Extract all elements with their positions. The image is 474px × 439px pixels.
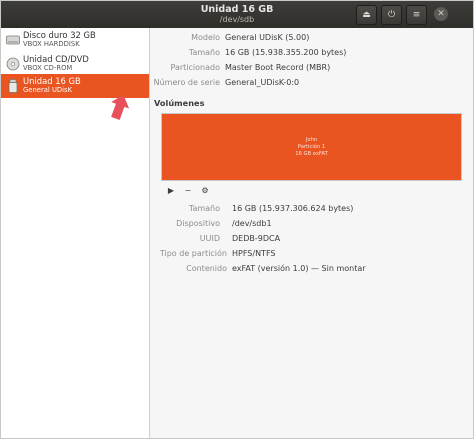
partition-type-value: HPFS/NTFS <box>232 249 276 258</box>
eject-button[interactable]: ⏏ <box>356 5 377 25</box>
hamburger-menu-icon: ≡ <box>412 10 421 20</box>
partition-block[interactable]: John Partición 1 16 GB exFAT <box>161 113 462 181</box>
partitioning-label: Particionado <box>170 63 220 72</box>
partition-size: 16 GB exFAT <box>295 151 328 157</box>
power-icon: ⏻ <box>387 10 396 20</box>
content-value: exFAT (versión 1.0) — Sin montar <box>232 264 366 273</box>
close-button[interactable]: ✕ <box>434 7 448 21</box>
disks-window: Unidad 16 GB /dev/sdb ⏏ ⏻ ≡ ✕ Disco duro… <box>0 0 474 439</box>
device-label: Dispositivo <box>176 219 220 228</box>
optical-drive-icon <box>6 57 20 71</box>
eject-icon: ⏏ <box>362 10 371 20</box>
delete-partition-button[interactable]: − <box>181 185 195 197</box>
device-sidebar: Disco duro 32 GB VBOX HARDDISK Unidad CD… <box>1 28 150 438</box>
close-icon: ✕ <box>437 9 445 19</box>
device-name: Unidad CD/DVD <box>23 54 89 64</box>
device-value: /dev/sdb1 <box>232 219 272 228</box>
power-off-button[interactable]: ⏻ <box>381 5 402 25</box>
usb-drive-icon <box>8 79 18 93</box>
model-value: General UDisK (5.00) <box>225 33 310 42</box>
window-subtitle: /dev/sdb <box>219 15 255 24</box>
title-bar: Unidad 16 GB /dev/sdb ⏏ ⏻ ≡ ✕ <box>1 1 473 28</box>
drive-details-panel: Modelo General UDisK (5.00) Tamaño 16 GB… <box>150 28 473 438</box>
partition-settings-button[interactable]: ⚙ <box>198 185 212 197</box>
partitioning-value: Master Boot Record (MBR) <box>225 63 331 72</box>
volume-size-value: 16 GB (15.937.306.624 bytes) <box>232 204 354 213</box>
device-name: Disco duro 32 GB <box>23 30 96 40</box>
annotation-arrow-icon <box>111 94 130 120</box>
uuid-label: UUID <box>199 234 220 243</box>
content-label: Contenido <box>186 264 227 273</box>
serial-value: General_UDisK-0:0 <box>225 78 300 87</box>
volume-size-label: Tamaño <box>188 204 220 213</box>
sidebar-item-cd-dvd[interactable]: Unidad CD/DVD VBOX CD-ROM <box>1 52 149 76</box>
partition-number: Partición 1 <box>297 144 326 150</box>
model-label: Modelo <box>191 33 220 42</box>
device-detail: VBOX CD-ROM <box>23 64 73 72</box>
settings-icon: ⚙ <box>201 186 209 195</box>
size-label: Tamaño <box>188 48 220 57</box>
sidebar-item-hard-disk[interactable]: Disco duro 32 GB VBOX HARDDISK <box>1 28 149 52</box>
partition-type-label: Tipo de partición <box>159 249 227 258</box>
device-detail: VBOX HARDDISK <box>23 40 80 48</box>
serial-label: Número de serie <box>153 78 220 87</box>
partition-name: John <box>305 137 318 143</box>
window-title: Unidad 16 GB <box>200 4 274 15</box>
drive-menu-button[interactable]: ≡ <box>406 5 427 25</box>
uuid-value: DEDB-9DCA <box>232 234 281 243</box>
volumes-heading: Volúmenes <box>154 98 205 108</box>
device-detail: General UDisK <box>23 86 73 94</box>
play-icon: ▶ <box>167 186 175 195</box>
hard-disk-icon <box>6 35 20 45</box>
device-name: Unidad 16 GB <box>23 76 81 86</box>
mount-button[interactable]: ▶ <box>164 185 178 197</box>
size-value: 16 GB (15.938.355.200 bytes) <box>225 48 347 57</box>
minus-icon: − <box>184 186 192 195</box>
